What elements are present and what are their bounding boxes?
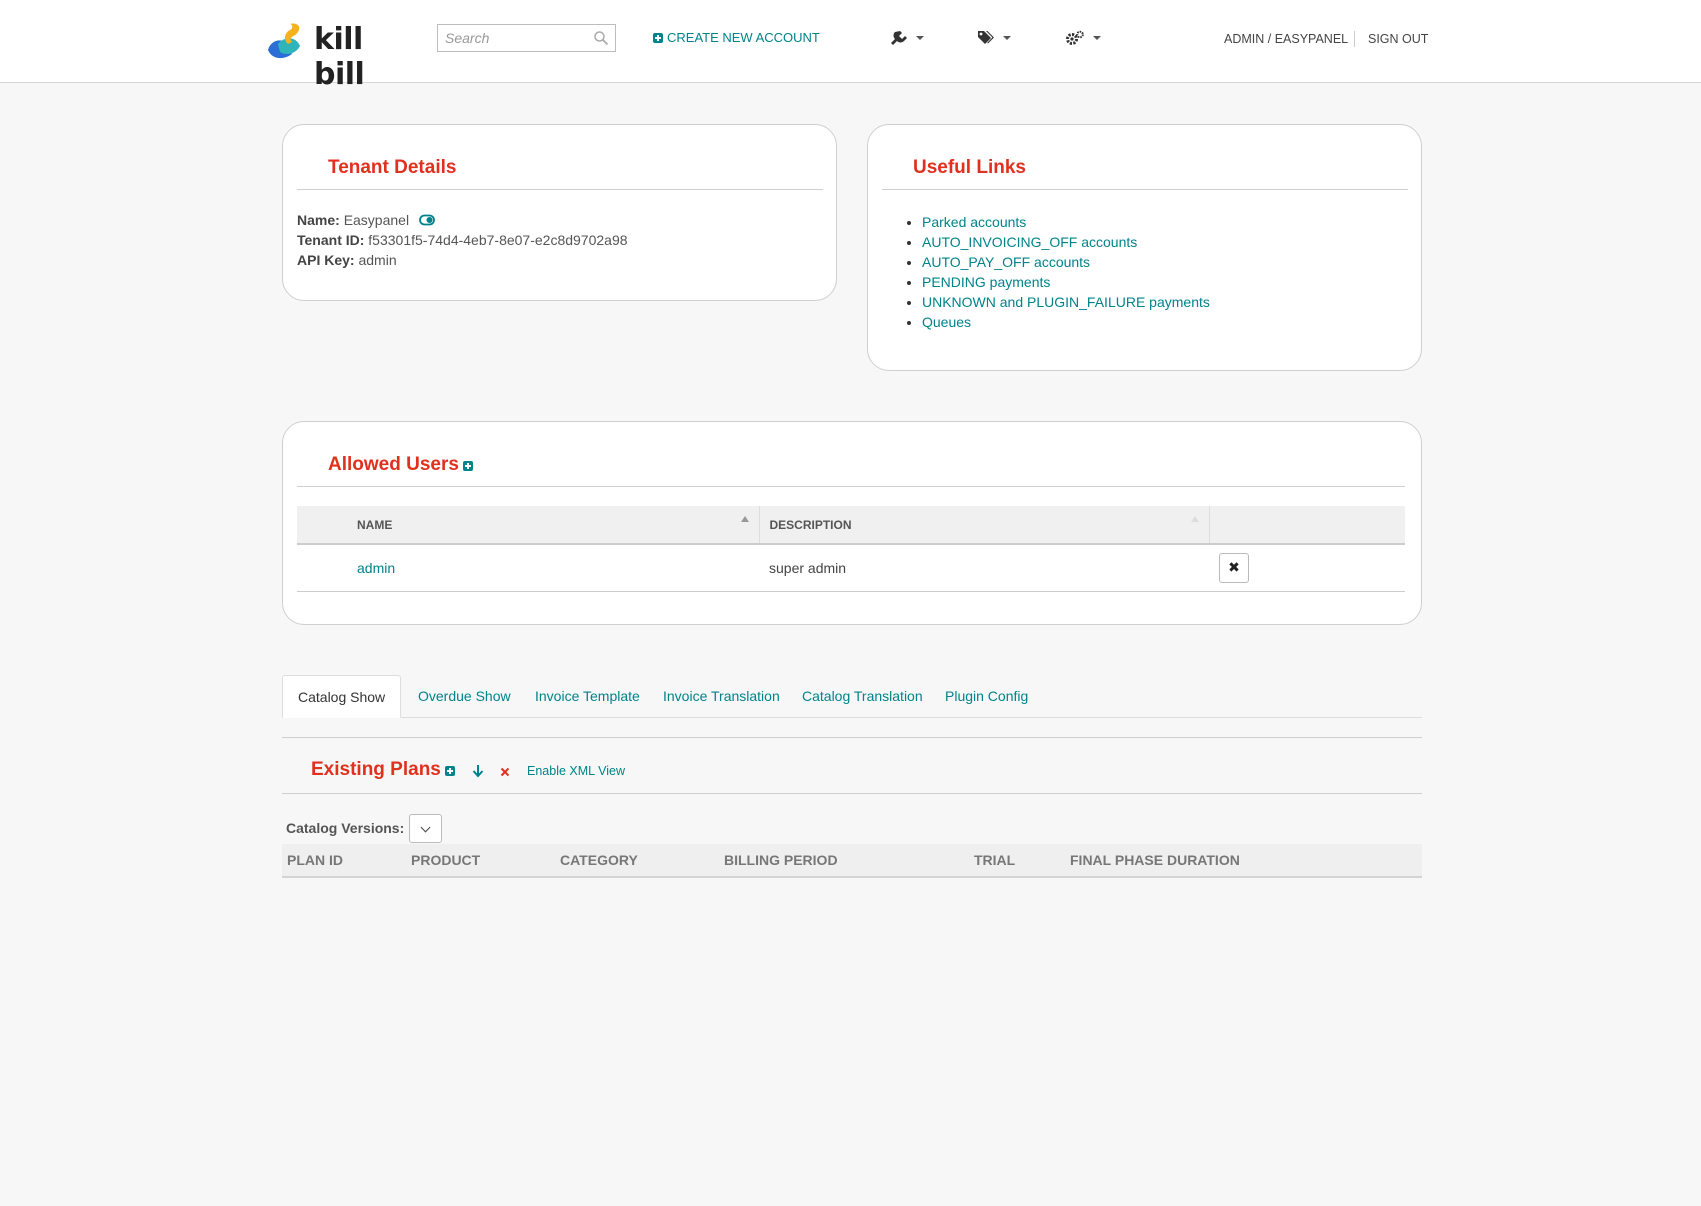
plug-icon [891, 31, 907, 45]
create-account-label: CREATE NEW ACCOUNT [667, 30, 820, 45]
logo-mark-icon [268, 23, 300, 59]
tenant-name-label: Name: [297, 212, 340, 228]
col-actions-header [1208, 506, 1405, 545]
plus-square-icon [653, 32, 663, 43]
allowed-users-card: Allowed Users NAME DESCRIPTION admin sup… [282, 421, 1422, 625]
existing-plans-title: Existing Plans [311, 759, 441, 780]
settings-menu[interactable] [1065, 28, 1101, 48]
gears-icon [1066, 30, 1084, 45]
close-icon: ✖ [1228, 559, 1240, 576]
col-description-header[interactable]: DESCRIPTION [758, 506, 1209, 545]
download-icon[interactable] [472, 764, 484, 778]
col-product[interactable]: PRODUCT [411, 852, 480, 868]
toggle-icon[interactable] [419, 214, 435, 226]
catalog-versions-label: Catalog Versions: [286, 820, 405, 836]
col-plan-id[interactable]: PLAN ID [287, 852, 343, 868]
link-unknown-plugin-failure[interactable]: UNKNOWN and PLUGIN_FAILURE payments [922, 292, 1210, 312]
tab-invoice-translation[interactable]: Invoice Translation [648, 675, 795, 717]
tenant-details-card: Tenant Details Name: Easypanel Tenant ID… [282, 124, 837, 301]
search-box [437, 24, 616, 52]
plugins-menu[interactable] [890, 28, 924, 48]
tab-catalog-show[interactable]: Catalog Show [282, 675, 402, 718]
divider [282, 793, 1422, 794]
allowed-users-table: NAME DESCRIPTION admin super admin ✖ [297, 506, 1405, 592]
tab-overdue-show[interactable]: Overdue Show [403, 675, 526, 717]
useful-links-title: Useful Links [913, 157, 1026, 178]
tenant-details-title: Tenant Details [328, 157, 457, 178]
col-trial[interactable]: TRIAL [974, 852, 1015, 868]
sort-icon [1190, 516, 1199, 522]
user-description-cell: super admin [759, 544, 1209, 592]
kill-bill-logo[interactable]: kill bill [266, 20, 416, 92]
user-name-cell: admin [297, 544, 759, 592]
col-name-header[interactable]: NAME [297, 506, 759, 545]
tenant-id-row: Tenant ID: f53301f5-74d4-4eb7-8e07-e2c8d… [297, 232, 628, 248]
add-user-icon[interactable] [463, 461, 473, 471]
delete-icon[interactable] [500, 767, 510, 777]
api-key-label: API Key: [297, 252, 355, 268]
tenant-name-value: Easypanel [343, 212, 410, 228]
tenant-name-row: Name: Easypanel [297, 212, 435, 228]
sort-asc-icon [740, 516, 749, 522]
divider [882, 189, 1408, 190]
link-auto-pay-off[interactable]: AUTO_PAY_OFF accounts [922, 252, 1210, 272]
catalog-versions-select[interactable] [409, 814, 442, 843]
tenant-id-label: Tenant ID: [297, 232, 365, 248]
col-category[interactable]: CATEGORY [560, 852, 638, 868]
table-row: admin super admin ✖ [297, 544, 1405, 592]
tab-plugin-config[interactable]: Plugin Config [930, 675, 1043, 717]
search-input[interactable] [438, 25, 595, 51]
link-pending-payments[interactable]: PENDING payments [922, 272, 1210, 292]
divider [282, 737, 1422, 738]
api-key-row: API Key: admin [297, 252, 397, 268]
plans-table-header: PLAN ID PRODUCT CATEGORY BILLING PERIOD … [282, 844, 1422, 878]
user-actions-cell: ✖ [1209, 544, 1405, 592]
current-user-tenant[interactable]: ADMIN / EASYPANEL [1224, 32, 1348, 46]
add-plan-icon[interactable] [445, 766, 455, 776]
divider [297, 189, 823, 190]
api-key-value: admin [358, 252, 397, 268]
useful-links-list: Parked accounts AUTO_INVOICING_OFF accou… [922, 212, 1210, 332]
divider [297, 486, 1405, 487]
tenant-id-value: f53301f5-74d4-4eb7-8e07-e2c8d9702a98 [368, 232, 628, 248]
col-final-phase-duration[interactable]: FINAL PHASE DURATION [1070, 852, 1240, 868]
logo-text: kill bill [314, 22, 365, 92]
useful-links-card: Useful Links Parked accounts AUTO_INVOIC… [867, 124, 1422, 371]
allowed-users-title: Allowed Users [328, 454, 459, 475]
col-name-label: NAME [357, 517, 393, 532]
link-auto-invoicing-off[interactable]: AUTO_INVOICING_OFF accounts [922, 232, 1210, 252]
col-billing-period[interactable]: BILLING PERIOD [724, 852, 838, 868]
user-name-link[interactable]: admin [357, 560, 395, 576]
col-description-label: DESCRIPTION [769, 517, 852, 532]
chevron-down-icon [1093, 36, 1101, 40]
tags-menu[interactable] [977, 28, 1011, 48]
sign-out-link[interactable]: SIGN OUT [1368, 32, 1428, 46]
header-divider [1354, 31, 1355, 47]
chevron-down-icon [1003, 36, 1011, 40]
create-new-account-link[interactable]: CREATE NEW ACCOUNT [653, 30, 820, 45]
catalog-tabs: Catalog Show Overdue Show Invoice Templa… [282, 675, 1422, 718]
tab-catalog-translation[interactable]: Catalog Translation [787, 675, 938, 717]
tags-icon [978, 31, 994, 44]
delete-user-button[interactable]: ✖ [1219, 552, 1249, 583]
link-queues[interactable]: Queues [922, 312, 1210, 332]
tab-invoice-template[interactable]: Invoice Template [520, 675, 655, 717]
top-navbar: kill bill CREATE NEW ACCOUNT [0, 0, 1701, 92]
search-icon[interactable] [593, 30, 609, 46]
link-parked-accounts[interactable]: Parked accounts [922, 212, 1210, 232]
chevron-down-icon [916, 36, 924, 40]
enable-xml-view-link[interactable]: Enable XML View [527, 764, 625, 778]
